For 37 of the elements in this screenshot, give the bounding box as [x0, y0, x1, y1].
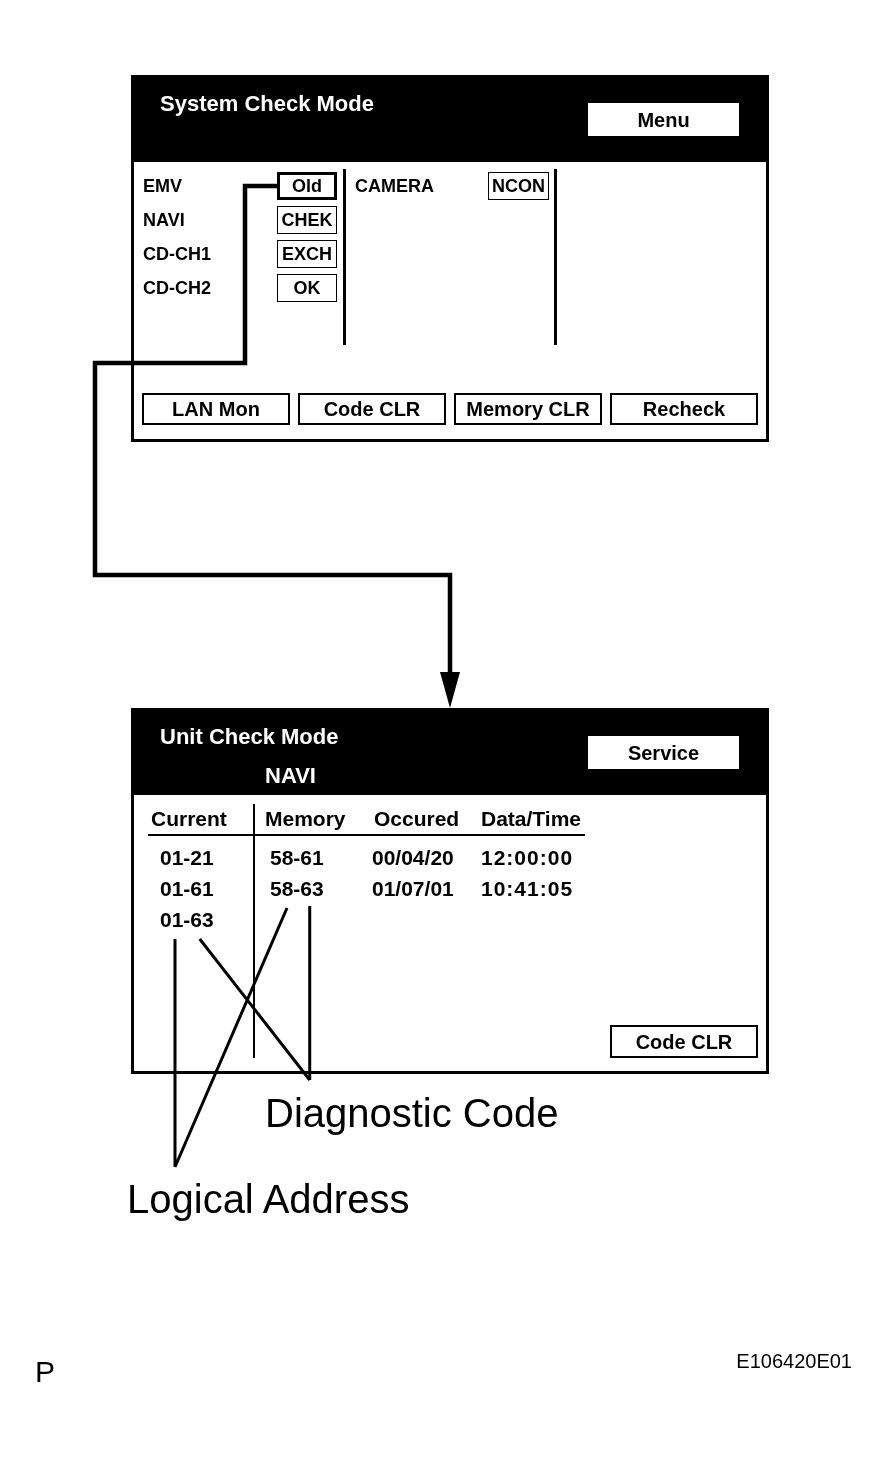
unit-name: NAVI — [265, 765, 316, 787]
unit-status-button[interactable]: Old — [277, 172, 337, 200]
unit-status-button[interactable]: EXCH — [277, 240, 337, 268]
table-cell: 01-21 — [160, 846, 214, 869]
page-mark: P — [35, 1357, 55, 1387]
column-header: Data/Time — [481, 807, 581, 830]
unit-status-button[interactable]: NCON — [488, 172, 549, 200]
code-clear-button[interactable]: Code CLR — [610, 1025, 758, 1058]
unit-label: CAMERA — [355, 177, 434, 195]
unit-label: CD-CH1 — [143, 245, 211, 263]
screen-title: Unit Check Mode — [160, 726, 339, 748]
unit-label: EMV — [143, 177, 182, 195]
unit-status-button[interactable]: CHEK — [277, 206, 337, 234]
screen-button[interactable]: Recheck — [610, 393, 758, 425]
service-button[interactable]: Service — [588, 736, 739, 769]
table-cell: 12:00:00 — [481, 846, 574, 869]
unit-label: NAVI — [143, 211, 185, 229]
screen-button[interactable]: Memory CLR — [454, 393, 602, 425]
column-header: Memory — [265, 807, 346, 830]
table-cell: 58-63 — [270, 877, 324, 900]
column-header: Occured — [374, 807, 460, 830]
screen-title: System Check Mode — [160, 93, 374, 115]
table-cell: 00/04/20 — [372, 846, 454, 869]
callout-label: Diagnostic Code — [265, 1093, 559, 1133]
callout-label: Logical Address — [127, 1179, 410, 1219]
screen-button[interactable]: Code CLR — [298, 393, 446, 425]
column-header: Current — [151, 807, 227, 830]
unit-status-button[interactable]: OK — [277, 274, 337, 302]
unit-label: CD-CH2 — [143, 279, 211, 297]
figure-code: E106420E01 — [736, 1351, 852, 1371]
table-cell: 01-61 — [160, 877, 214, 900]
table-cell: 10:41:05 — [481, 877, 574, 900]
table-cell: 01-63 — [160, 908, 214, 931]
screen-button[interactable]: LAN Mon — [142, 393, 290, 425]
table-cell: 01/07/01 — [372, 877, 454, 900]
table-cell: 58-61 — [270, 846, 324, 869]
menu-button[interactable]: Menu — [588, 103, 739, 136]
